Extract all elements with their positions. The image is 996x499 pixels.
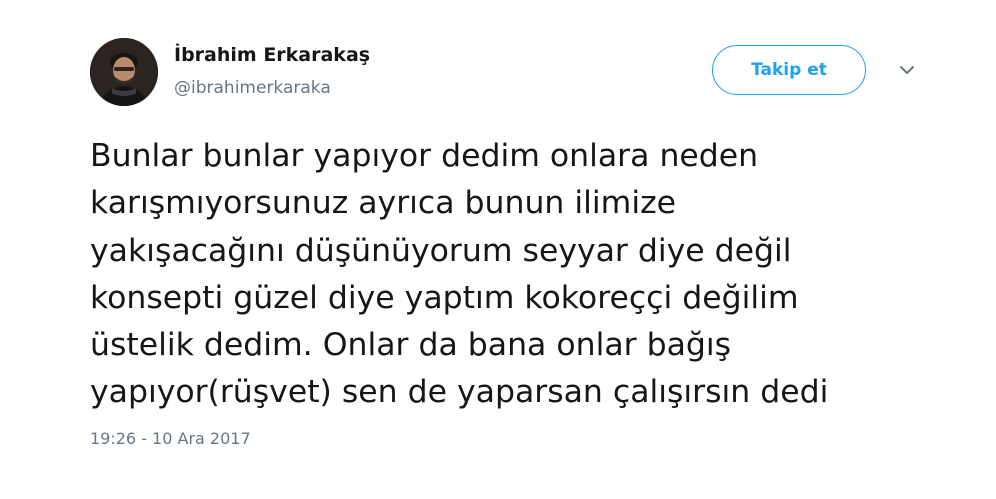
tweet-card: İbrahim Erkarakaş @ibrahimerkaraka Takip… (0, 0, 996, 499)
tweet-text-line: karışmıyorsunuz ayrıca bunun ilimize (90, 185, 677, 222)
tweet-text: Bunlar bunlar yapıyor dedim onlara neden… (90, 133, 930, 417)
timestamp[interactable]: 19:26 - 10 Ara 2017 (90, 429, 251, 448)
tweet-text-line: üstelik dedim. Onlar da bana onlar bağış (90, 327, 732, 364)
tweet-text-line: Bunlar bunlar yapıyor dedim onlara neden (90, 138, 759, 174)
username[interactable]: @ibrahimerkaraka (174, 78, 331, 98)
tweet-text-line: konsepti güzel diye yaptım kokoreççi değ… (90, 279, 799, 316)
chevron-down-icon[interactable] (896, 62, 918, 78)
avatar[interactable] (90, 38, 158, 106)
tweet-text-line: yakışacağını düşünüyorum seyyar diye değ… (90, 232, 792, 269)
display-name[interactable]: İbrahim Erkarakaş (174, 44, 370, 66)
follow-button[interactable]: Takip et (712, 45, 866, 95)
tweet-text-line: yapıyor(rüşvet) sen de yaparsan çalışırs… (90, 374, 829, 411)
user-photo-avatar-icon (90, 38, 158, 106)
